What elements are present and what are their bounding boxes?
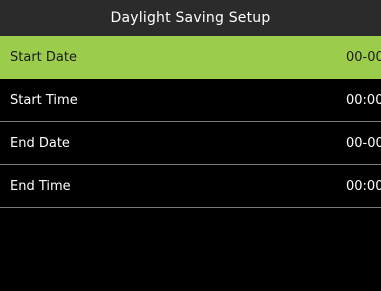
menu-item-end-date[interactable]: End Date 00-00 bbox=[0, 122, 381, 165]
menu-item-start-time[interactable]: Start Time 00:00 bbox=[0, 79, 381, 122]
menu-item-label: Start Time bbox=[10, 92, 78, 108]
menu-item-value: 00:00 bbox=[346, 178, 381, 194]
menu-item-start-date[interactable]: Start Date 00-00 bbox=[0, 36, 381, 79]
menu-item-value: 00-00 bbox=[346, 135, 381, 151]
menu-item-value: 00-00 bbox=[346, 50, 381, 65]
menu-item-label: End Time bbox=[10, 178, 71, 194]
menu-item-value: 00:00 bbox=[346, 92, 381, 108]
menu-item-label: End Date bbox=[10, 135, 70, 151]
header-bar: Daylight Saving Setup bbox=[0, 0, 381, 36]
menu-item-label: Start Date bbox=[10, 50, 77, 65]
menu-item-end-time[interactable]: End Time 00:00 bbox=[0, 165, 381, 208]
screen: Daylight Saving Setup Start Date 00-00 S… bbox=[0, 0, 381, 291]
settings-menu: Start Date 00-00 Start Time 00:00 End Da… bbox=[0, 36, 381, 208]
page-title: Daylight Saving Setup bbox=[110, 10, 271, 26]
